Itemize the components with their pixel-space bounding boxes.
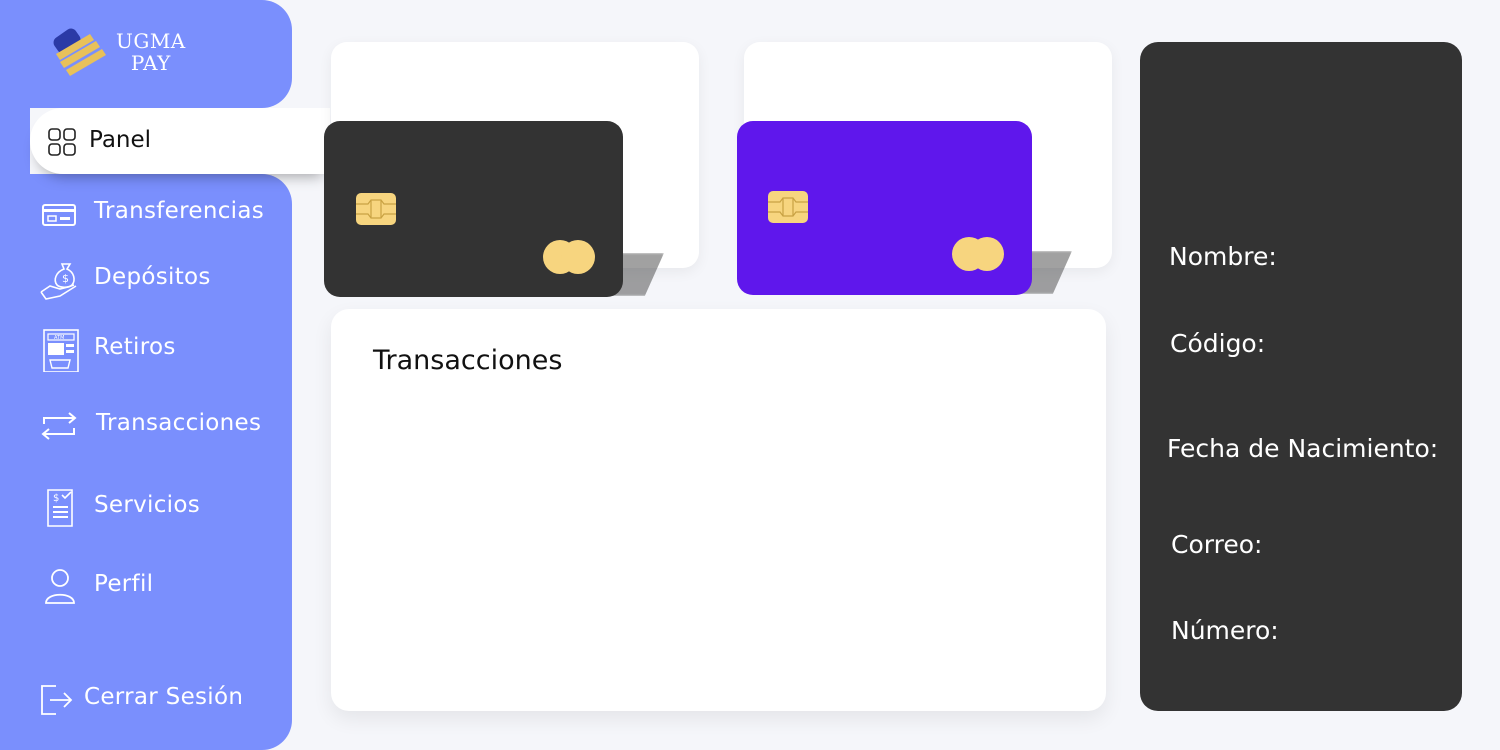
profile-birthdate-label: Fecha de Nacimiento: [1167, 434, 1439, 463]
profile-number-label: Número: [1171, 616, 1279, 645]
card-icon [42, 204, 76, 226]
sidebar-item-perfil-label: Perfil [94, 571, 154, 597]
sidebar-item-transferencias[interactable]: Transferencias [38, 188, 288, 236]
sidebar-item-transferencias-label: Transferencias [94, 198, 265, 224]
sidebar-item-panel-label: Panel [89, 127, 152, 153]
svg-text:ATM: ATM [54, 335, 64, 341]
brand-name: UGMA PAY [116, 30, 186, 74]
swap-arrows-icon [41, 412, 77, 440]
atm-icon: ATM [43, 329, 79, 372]
user-icon [45, 569, 75, 604]
sidebar-item-perfil[interactable]: Perfil [38, 561, 288, 609]
brand-line2: PAY [130, 51, 171, 75]
sidebar-item-retiros-label: Retiros [94, 334, 176, 360]
chip-icon [768, 191, 808, 223]
svg-text:$: $ [62, 272, 69, 285]
brand-logo-icon [53, 28, 106, 76]
sidebar-item-depositos-label: Depósitos [94, 264, 211, 290]
grid-icon [48, 128, 76, 156]
transactions-panel: Transacciones [331, 309, 1106, 711]
sidebar-connector [0, 100, 30, 180]
brand-line1: UGMA [116, 29, 186, 53]
bill-icon: $ [47, 489, 73, 527]
logout-button[interactable]: Cerrar Sesión [38, 674, 288, 722]
sidebar-item-retiros[interactable]: ATM Retiros [38, 324, 288, 372]
svg-text:$: $ [53, 493, 59, 504]
card-brand-icon [952, 237, 1006, 271]
sidebar-item-servicios-label: Servicios [94, 492, 200, 518]
profile-panel: Nombre: Código: Fecha de Nacimiento: Cor… [1140, 42, 1462, 711]
sidebar-item-panel[interactable]: Panel [30, 108, 330, 174]
profile-name-label: Nombre: [1169, 242, 1277, 271]
sidebar-item-servicios[interactable]: $ Servicios [38, 482, 288, 530]
transactions-title: Transacciones [373, 345, 563, 376]
card-brand-icon [543, 240, 597, 274]
logout-label: Cerrar Sesión [84, 684, 244, 710]
bank-card-2[interactable] [737, 121, 1032, 295]
chip-icon [356, 193, 396, 225]
sidebar-item-transacciones[interactable]: Transacciones [38, 400, 288, 448]
sidebar-item-transacciones-label: Transacciones [96, 410, 262, 436]
logout-icon [41, 685, 73, 715]
money-bag-hand-icon: $ [40, 263, 77, 300]
profile-code-label: Código: [1170, 329, 1266, 358]
profile-email-label: Correo: [1171, 530, 1263, 559]
sidebar-item-depositos[interactable]: $ Depósitos [38, 254, 288, 302]
bank-card-1[interactable] [324, 121, 623, 297]
